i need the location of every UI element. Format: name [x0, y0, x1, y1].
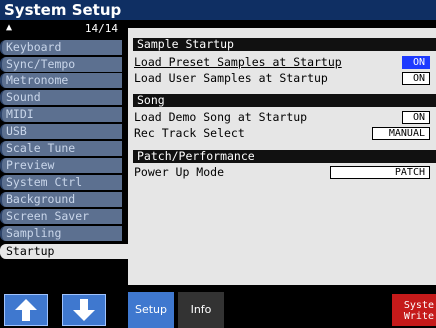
- up-arrow-icon: ▲: [6, 22, 13, 33]
- system-write-line2: Write: [403, 311, 434, 322]
- sidebar-item-background[interactable]: Background: [0, 192, 122, 207]
- setting-label: Load Demo Song at Startup: [134, 110, 308, 124]
- up-button[interactable]: [4, 294, 48, 326]
- sidebar-item-usb[interactable]: USB: [0, 124, 122, 139]
- setting-value[interactable]: ON: [402, 111, 430, 124]
- system-write-line1: Syste: [403, 300, 434, 311]
- arrow-down-icon: [73, 299, 95, 321]
- setting-label: Rec Track Select: [134, 126, 245, 140]
- sidebar-item-scale-tune[interactable]: Scale Tune: [0, 141, 122, 156]
- sidebar-item-keyboard[interactable]: Keyboard: [0, 40, 122, 55]
- setting-value[interactable]: MANUAL: [372, 127, 430, 140]
- setting-value[interactable]: ON: [402, 56, 430, 69]
- sidebar-item-startup[interactable]: Startup: [0, 244, 128, 259]
- window-title: System Setup: [4, 1, 122, 19]
- title-bar: System Setup: [0, 0, 436, 20]
- sidebar-item-metronome[interactable]: Metronome: [0, 73, 122, 88]
- setting-label: Load Preset Samples at Startup: [134, 55, 342, 69]
- sidebar-item-sampling[interactable]: Sampling: [0, 226, 122, 241]
- section-header: Song: [133, 94, 436, 107]
- section-header: Patch/Performance: [133, 150, 436, 163]
- sidebar-item-screen-saver[interactable]: Screen Saver: [0, 209, 122, 224]
- sidebar-item-midi[interactable]: MIDI: [0, 107, 122, 122]
- setting-value[interactable]: ON: [402, 72, 430, 85]
- position-indicator: 14/14: [84, 22, 118, 35]
- arrow-up-icon: [15, 299, 37, 321]
- setting-label: Power Up Mode: [134, 165, 225, 179]
- sidebar-item-sync-tempo[interactable]: Sync/Tempo: [0, 57, 122, 72]
- section-header: Sample Startup: [133, 38, 436, 51]
- setting-value[interactable]: PATCH: [330, 166, 430, 179]
- list-position: ▲ 14/14: [4, 22, 122, 35]
- sidebar-item-preview[interactable]: Preview: [0, 158, 122, 173]
- sidebar-item-sound[interactable]: Sound: [0, 90, 122, 105]
- tab-setup[interactable]: Setup: [128, 292, 174, 328]
- tab-info[interactable]: Info: [178, 292, 224, 328]
- sidebar-item-system-ctrl[interactable]: System Ctrl: [0, 175, 122, 190]
- tab-bar: [128, 292, 436, 328]
- system-write-button[interactable]: Syste Write: [392, 294, 436, 326]
- down-button[interactable]: [62, 294, 106, 326]
- setting-label: Load User Samples at Startup: [134, 71, 328, 85]
